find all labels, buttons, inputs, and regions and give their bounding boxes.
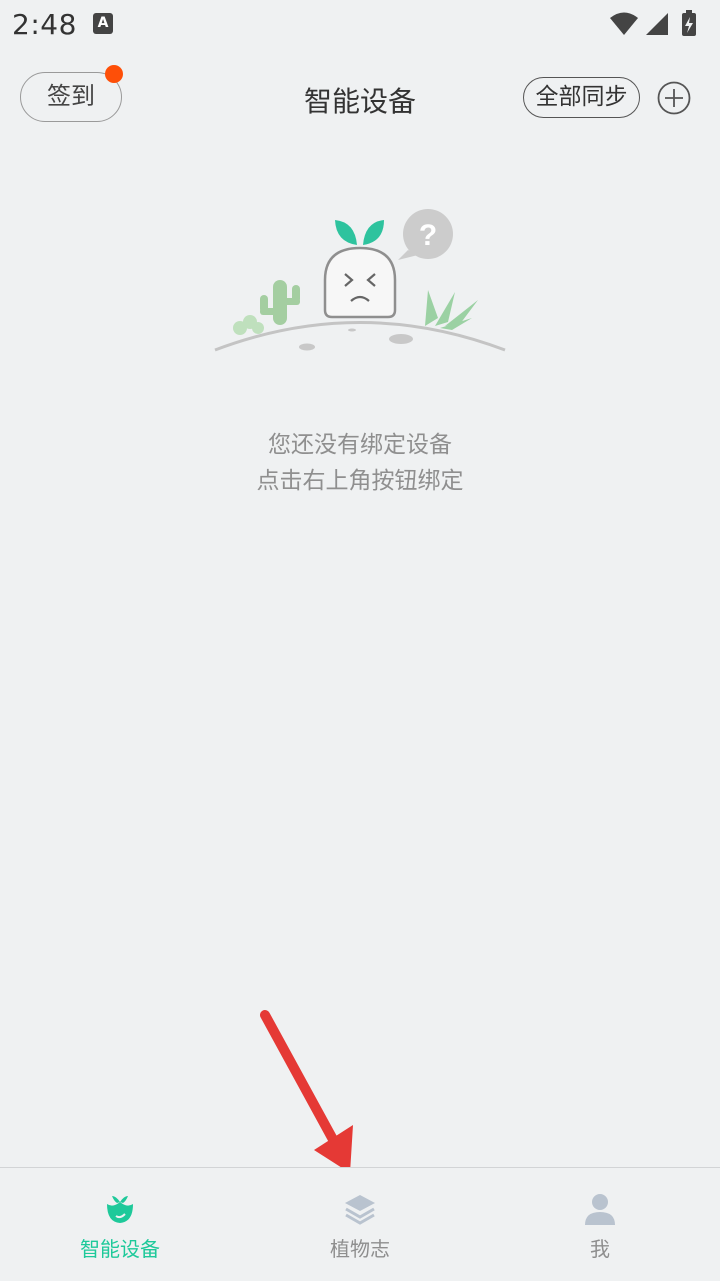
- plus-circle-icon[interactable]: [657, 81, 691, 115]
- sprout-character-empty-illustration: ?: [214, 209, 506, 352]
- layers-icon: [345, 1195, 375, 1225]
- signal-icon: [646, 13, 668, 35]
- notification-a-icon: A: [93, 13, 113, 34]
- tab-me[interactable]: 我: [480, 1168, 720, 1281]
- wifi-icon: [610, 12, 638, 35]
- user-icon: [585, 1194, 615, 1225]
- battery-charging-icon: [682, 10, 696, 36]
- empty-message-line2: 点击右上角按钮绑定: [256, 468, 464, 494]
- tab-smart-devices[interactable]: 智能设备: [0, 1168, 240, 1281]
- empty-message-line1: 您还没有绑定设备: [268, 432, 452, 458]
- tab-plant-journal[interactable]: 植物志: [240, 1168, 480, 1281]
- svg-text:?: ?: [419, 219, 437, 252]
- plant-bud-icon: [107, 1196, 133, 1223]
- tab-label: 植物志: [330, 1237, 390, 1261]
- sync-all-button[interactable]: 全部同步: [523, 77, 640, 118]
- tab-label: 智能设备: [80, 1237, 160, 1261]
- status-time: 2:48: [12, 8, 77, 41]
- status-icons: [608, 10, 708, 44]
- annotation-arrow: [260, 1010, 353, 1173]
- bottom-tab-bar: 智能设备 植物志 我: [0, 1167, 720, 1281]
- sync-all-label: 全部同步: [535, 84, 628, 110]
- tab-label: 我: [590, 1237, 610, 1261]
- top-header: 签到 智能设备 全部同步: [0, 60, 720, 140]
- status-bar: 2:48 A: [0, 0, 720, 50]
